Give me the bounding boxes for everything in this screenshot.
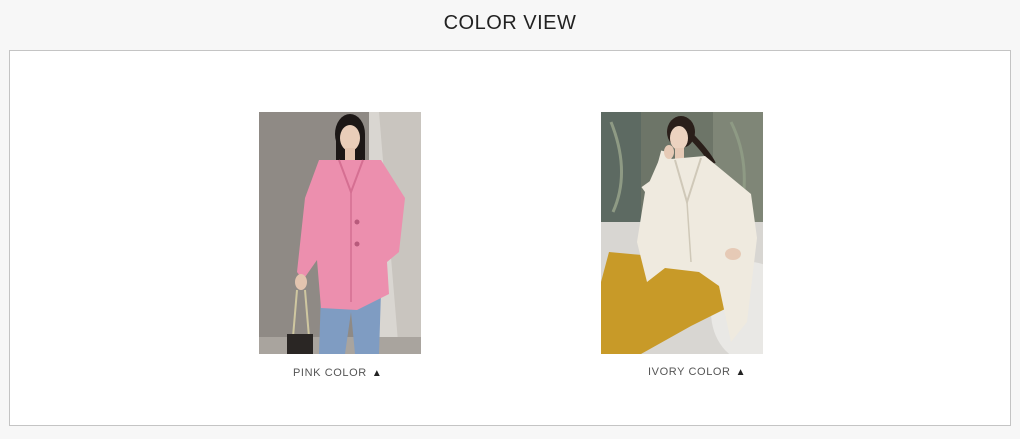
color-view-page: COLOR VIEW PINK COLOR ▲ IVORY COLOR ▲ (0, 0, 1020, 439)
triangle-up-icon: ▲ (371, 368, 383, 379)
product-photo-pink[interactable] (259, 112, 421, 354)
color-view-frame: PINK COLOR ▲ IVORY COLOR ▲ (9, 50, 1011, 426)
caption-text: PINK COLOR (293, 367, 367, 379)
color-option-label-ivory[interactable]: IVORY COLOR ▲ (648, 366, 746, 378)
triangle-up-icon: ▲ (735, 367, 747, 378)
caption-text: IVORY COLOR (648, 366, 731, 378)
section-title: COLOR VIEW (443, 12, 577, 34)
ivory-jacket-image (601, 112, 763, 354)
pink-jacket-image (259, 112, 421, 354)
color-option-label-pink[interactable]: PINK COLOR ▲ (293, 367, 382, 379)
product-photo-ivory[interactable] (601, 112, 763, 354)
